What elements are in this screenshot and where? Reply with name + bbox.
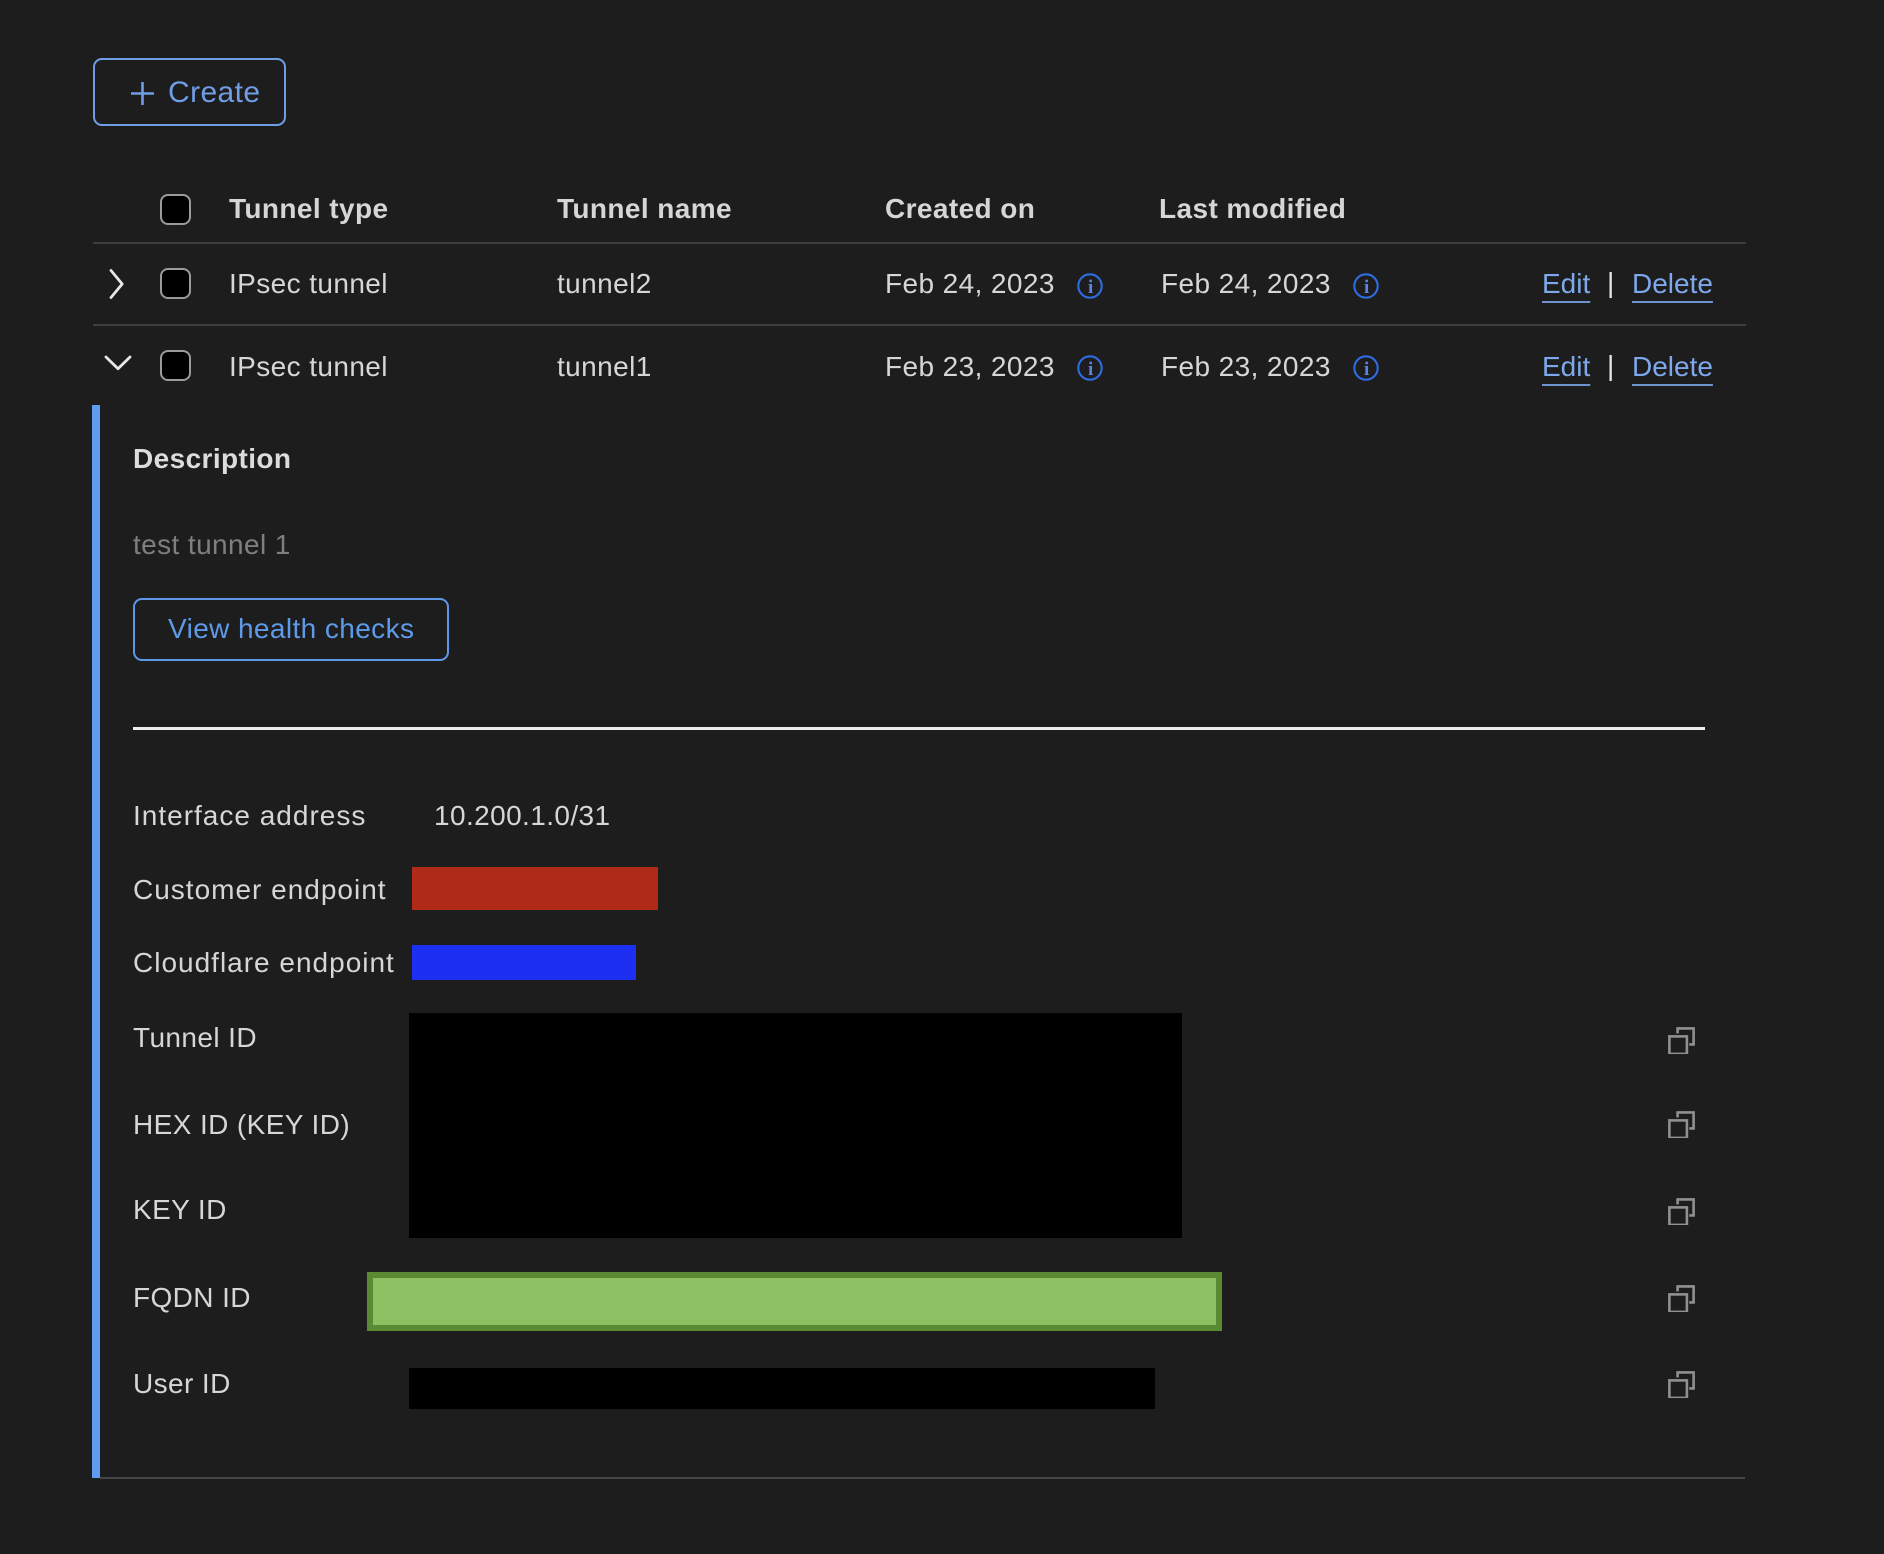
svg-text:i: i [1088,359,1093,380]
svg-text:i: i [1364,359,1369,380]
svg-text:i: i [1088,277,1093,298]
svg-text:i: i [1364,277,1369,298]
